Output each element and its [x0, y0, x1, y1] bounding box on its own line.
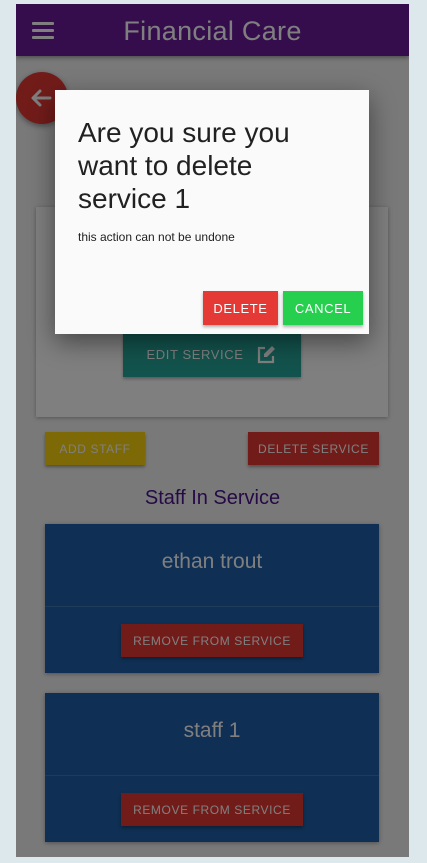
confirm-delete-dialog: Are you sure you want to delete service … — [55, 90, 369, 334]
confirm-delete-button[interactable]: DELETE — [203, 291, 278, 325]
dialog-message: this action can not be undone — [78, 230, 235, 244]
dialog-title: Are you sure you want to delete service … — [78, 117, 290, 214]
cancel-button[interactable]: CANCEL — [283, 291, 363, 325]
